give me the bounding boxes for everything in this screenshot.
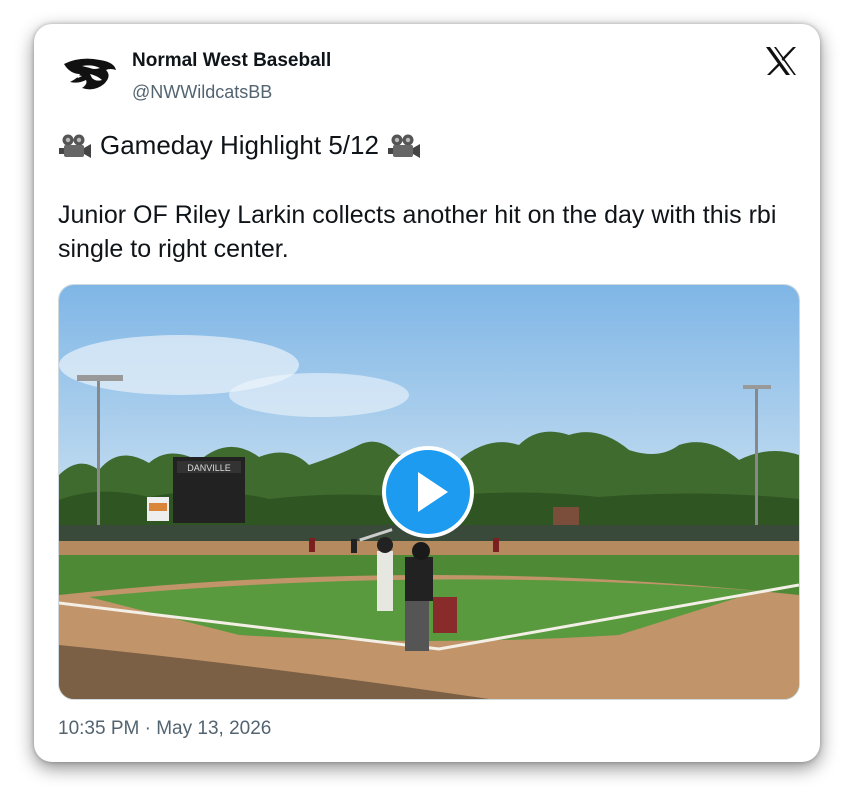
video-player[interactable]: DANVILLE xyxy=(58,284,800,700)
wildcat-logo-icon[interactable] xyxy=(60,54,118,94)
author-display-name[interactable]: Normal West Baseball xyxy=(132,50,331,72)
post-timestamp[interactable]: 10:35 PM · May 13, 2026 xyxy=(58,718,271,740)
author-handle[interactable]: @NWWildcatsBB xyxy=(132,82,272,103)
movie-camera-icon xyxy=(387,134,420,158)
post-headline: Gameday Highlight 5/12 xyxy=(100,130,379,160)
post-headline-row: Gameday Highlight 5/12 xyxy=(58,130,421,161)
post-body: Junior OF Riley Larkin collects another … xyxy=(58,201,777,263)
x-logo-icon[interactable] xyxy=(764,46,798,76)
tweet-card: Normal West Baseball @NWWildcatsBB Gamed… xyxy=(34,24,820,762)
scoreboard-label: DANVILLE xyxy=(187,463,231,473)
play-icon xyxy=(418,472,448,512)
play-button[interactable] xyxy=(382,446,474,538)
movie-camera-icon xyxy=(59,134,91,158)
